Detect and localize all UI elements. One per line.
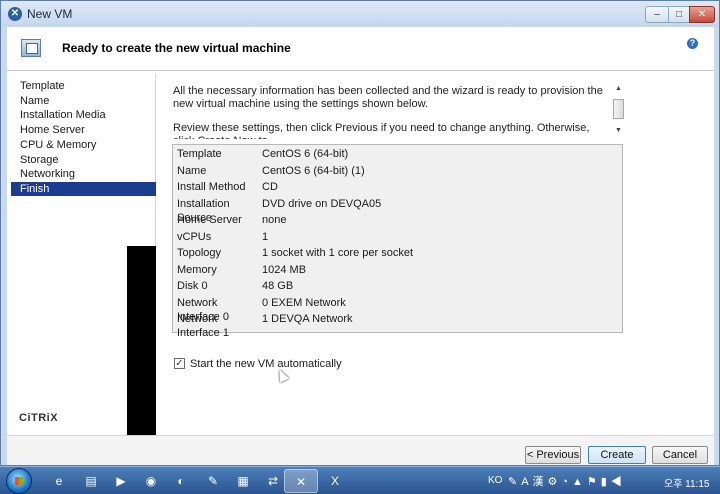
wizard-header: Ready to create the new virtual machine …	[7, 27, 714, 71]
description-text: All the necessary information has been c…	[173, 85, 613, 139]
sidebar-decoration	[127, 246, 156, 435]
summary-value: CentOS 6 (64-bit) (1)	[262, 165, 365, 177]
summary-key: Disk 0	[177, 280, 208, 292]
summary-value: 1 DEVQA Network	[262, 313, 353, 325]
summary-value: 1 socket with 1 core per socket	[262, 247, 414, 259]
step-home-server[interactable]: Home Server	[11, 123, 156, 137]
wizard-footer: < Previous Create Now Cancel	[7, 435, 714, 477]
summary-key: Name	[177, 165, 207, 177]
create-now-button[interactable]: Create Now	[588, 446, 646, 477]
firefox-icon[interactable]: ◐	[164, 469, 198, 493]
scroll-thumb[interactable]	[613, 99, 624, 119]
summary-key: Topology	[177, 247, 222, 259]
step-finish[interactable]: Finish	[11, 182, 156, 196]
description-paragraph-1: All the necessary information has been c…	[173, 85, 603, 110]
summary-value: 1024 MB	[262, 264, 307, 276]
previous-button[interactable]: < Previous	[525, 446, 581, 464]
step-template[interactable]: Template	[11, 79, 156, 93]
media-player-icon[interactable]: ▶	[104, 469, 138, 493]
summary-value: CentOS 6 (64-bit)	[262, 148, 349, 160]
summary-value: CD	[262, 181, 278, 193]
chrome-icon[interactable]: ◉	[134, 469, 168, 493]
maximize-button[interactable]: □	[668, 6, 690, 23]
system-tray: KO ✎A漢⚙◔▲⚑▮◀ 오후 11:15	[486, 467, 720, 494]
ie-icon[interactable]: e	[42, 469, 76, 493]
summary-key: Network Interface 1	[177, 313, 229, 339]
description-paragraph-2: Review these settings, then click Previo…	[173, 122, 590, 139]
wizard-steps-sidebar: Template Name Installation Media Home Se…	[11, 73, 156, 435]
notepad-icon[interactable]: ✎	[196, 469, 230, 493]
scroll-down-arrow-icon[interactable]: ▼	[615, 127, 622, 134]
taskbar: e ▤ ▶ ◉ ◐ ✎ ▦ ⇄ ✕ X KO ✎A漢⚙◔▲⚑▮◀ 오후 11:1…	[0, 466, 720, 494]
summary-value: 48 GB	[262, 280, 294, 292]
close-button[interactable]: ✕	[689, 6, 715, 23]
page-title: Ready to create the new virtual machine	[62, 41, 291, 55]
summary-key: Home Server	[177, 214, 242, 226]
summary-value: none	[262, 214, 287, 226]
description-scrollbar[interactable]: ▲ ▼	[613, 85, 625, 137]
minimize-button[interactable]: –	[645, 6, 669, 23]
explorer-icon[interactable]: ▤	[74, 469, 108, 493]
summary-key: vCPUs	[177, 231, 212, 243]
window-title: New VM	[27, 7, 73, 21]
new-vm-window: ✕ New VM – □ ✕ Ready to create the new v…	[0, 0, 720, 477]
cancel-button[interactable]: Cancel	[652, 446, 708, 464]
settings-summary: Template CentOS 6 (64-bit) Name CentOS 6…	[172, 144, 623, 339]
scroll-up-arrow-icon[interactable]: ▲	[615, 85, 622, 92]
auto-start-label[interactable]: Start the new VM automatically	[190, 357, 342, 371]
tray-icons[interactable]: ✎A漢⚙◔▲⚑▮◀	[508, 473, 626, 489]
vm-wizard-icon	[21, 39, 41, 57]
step-installation-media[interactable]: Installation Media	[11, 108, 156, 122]
summary-key: Install Method	[177, 181, 246, 193]
summary-key: Memory	[177, 264, 217, 276]
finish-page: All the necessary information has been c…	[157, 73, 714, 435]
summary-value: DVD drive on DEVQA05	[262, 198, 382, 210]
summary-value: 1	[262, 231, 269, 243]
citrix-xencenter-icon[interactable]: ✕	[284, 469, 318, 493]
step-cpu-memory[interactable]: CPU & Memory	[11, 138, 156, 152]
clock[interactable]: 오후 11:15	[664, 475, 709, 490]
summary-key: Template	[177, 148, 222, 160]
step-name[interactable]: Name	[11, 94, 156, 108]
citrix-logo: CiTRiX	[19, 412, 59, 424]
citrix-app-icon: ✕	[8, 7, 22, 21]
start-button[interactable]	[6, 468, 32, 494]
document-icon[interactable]: ▦	[226, 469, 260, 493]
title-bar[interactable]: ✕ New VM – □ ✕	[1, 1, 719, 27]
step-storage[interactable]: Storage	[11, 153, 156, 167]
help-icon[interactable]: ?	[687, 38, 698, 49]
step-networking[interactable]: Networking	[11, 167, 156, 181]
wizard-client-area: Ready to create the new virtual machine …	[7, 27, 714, 477]
language-indicator[interactable]: KO	[488, 475, 502, 486]
summary-value: 0 EXEM Network	[262, 297, 346, 309]
excel-icon[interactable]: X	[318, 469, 352, 493]
auto-start-checkbox[interactable]: ✓	[174, 358, 185, 369]
